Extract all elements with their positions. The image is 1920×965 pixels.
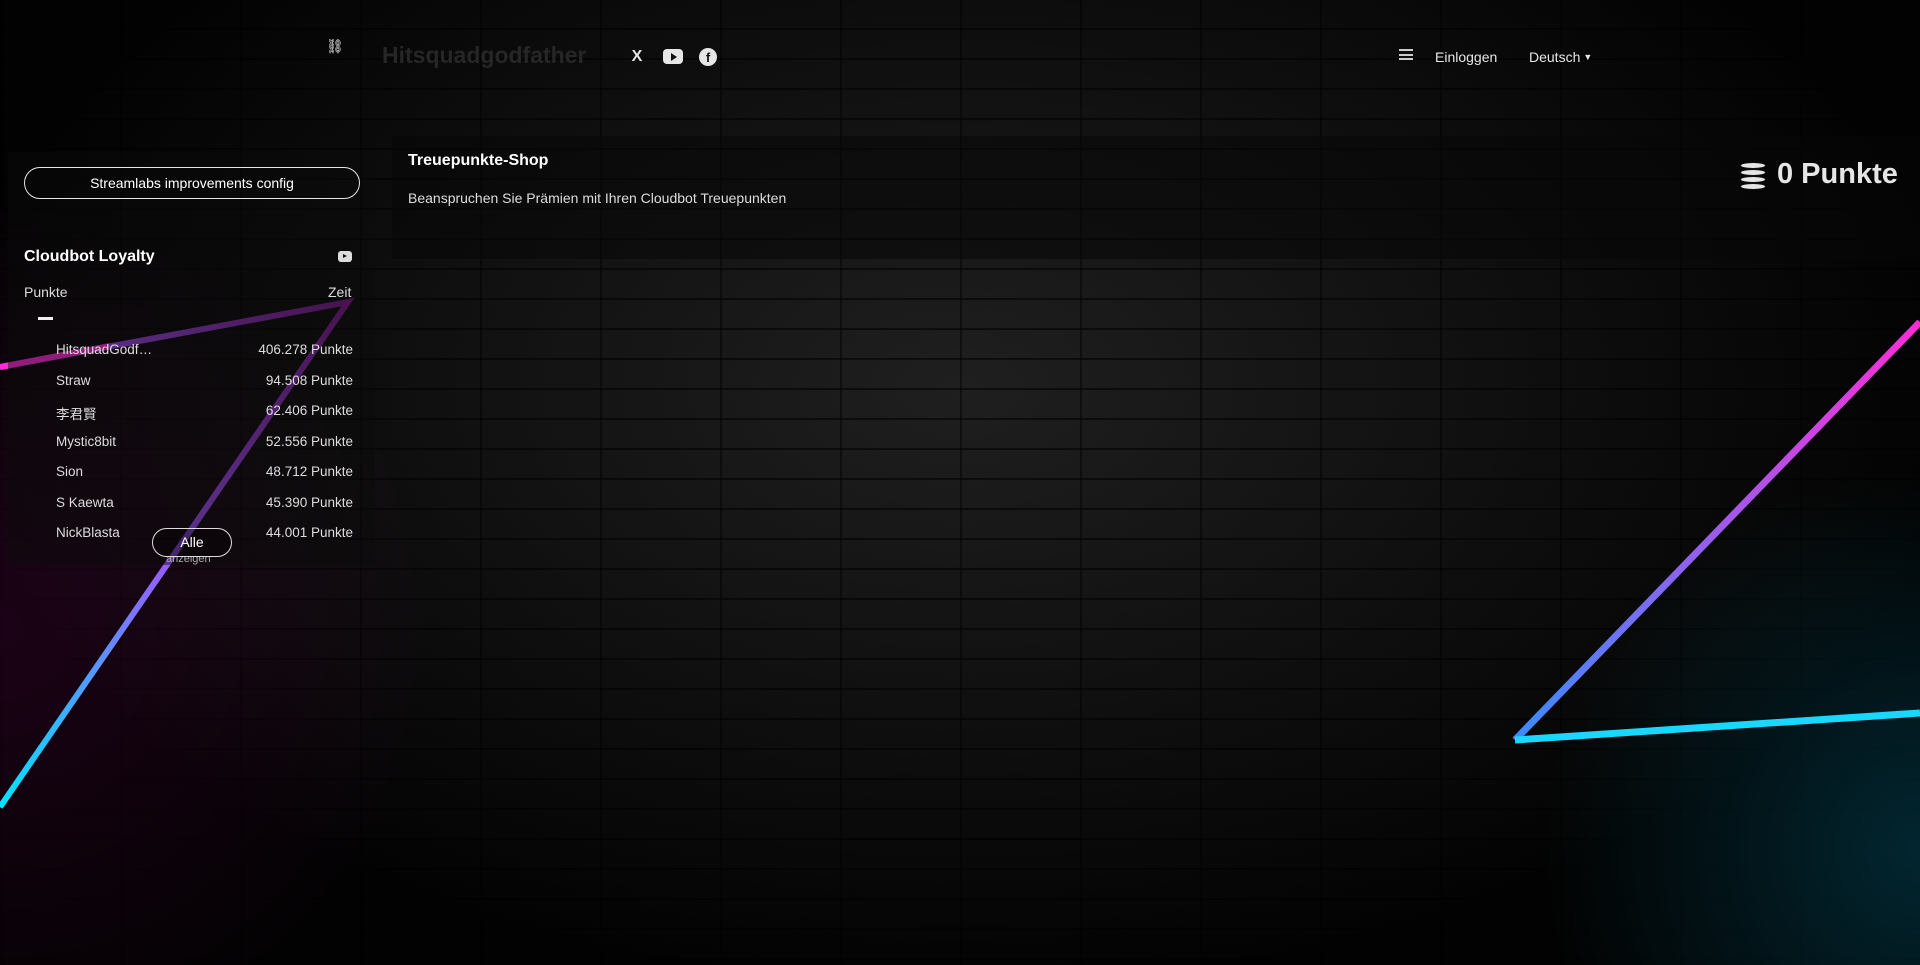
user-name: S Kaewta bbox=[56, 494, 114, 510]
user-name: Straw bbox=[56, 372, 91, 388]
active-tab-indicator bbox=[38, 317, 53, 320]
brand-title[interactable]: Hitsquadgodfather bbox=[382, 42, 586, 69]
x-icon[interactable]: X bbox=[627, 47, 647, 67]
language-dropdown[interactable]: Deutsch ▼ bbox=[1529, 49, 1592, 65]
user-points: 48.712 Punkte bbox=[265, 464, 353, 479]
youtube-icon bbox=[338, 251, 352, 262]
show-all-button[interactable]: Alle bbox=[152, 528, 232, 557]
list-item: S Kaewta 45.390 Punkte bbox=[56, 495, 353, 526]
user-points-balance: 0 Punkte bbox=[1777, 158, 1898, 190]
user-points: 94.508 Punkte bbox=[265, 372, 353, 388]
show-all-overflow-text: anzeigen bbox=[166, 557, 211, 565]
list-item: 李君賢 62.406 Punkte bbox=[56, 403, 353, 434]
user-points: 52.556 Punkte bbox=[265, 433, 353, 449]
user-name: 李君賢 bbox=[56, 407, 97, 422]
user-points: 62.406 Punkte bbox=[265, 403, 353, 418]
streamlabs-config-button[interactable]: Streamlabs improvements config bbox=[24, 167, 360, 199]
chevron-down-icon: ▼ bbox=[1583, 52, 1593, 62]
shop-subtitle: Beanspruchen Sie Prämien mit Ihren Cloud… bbox=[408, 190, 787, 206]
language-label: Deutsch bbox=[1529, 49, 1581, 65]
user-name: Sion bbox=[56, 464, 84, 479]
channel-logo-icon[interactable]: ⛓ bbox=[326, 38, 344, 54]
loyalty-ranking-list: HitsquadGodfather 406.278 Punkte Straw 9… bbox=[56, 342, 353, 556]
social-links: X f bbox=[627, 47, 717, 67]
user-points: 44.001 Punkte bbox=[265, 525, 353, 540]
coins-icon bbox=[1738, 160, 1768, 192]
page-title: Treuepunkte-Shop bbox=[408, 152, 549, 169]
list-item: Sion 48.712 Punkte bbox=[56, 464, 353, 495]
user-name: HitsquadGodfather bbox=[56, 342, 156, 357]
youtube-icon[interactable] bbox=[663, 49, 683, 64]
list-item: HitsquadGodfather 406.278 Punkte bbox=[56, 342, 353, 373]
list-item: Straw 94.508 Punkte bbox=[56, 373, 353, 404]
user-name: NickBlasta bbox=[56, 525, 120, 540]
login-link[interactable]: Einloggen bbox=[1435, 49, 1497, 65]
tab-points[interactable]: Punkte bbox=[24, 284, 68, 300]
loyalty-title: Cloudbot Loyalty bbox=[24, 248, 155, 265]
menu-icon[interactable] bbox=[1399, 49, 1413, 60]
tab-time[interactable]: Zeit bbox=[328, 284, 351, 300]
user-points: 406.278 Punkte bbox=[258, 342, 353, 357]
top-navbar: ⛓ Hitsquadgodfather X f Einloggen Deutsc… bbox=[0, 0, 1920, 112]
list-item: Mystic8bit 52.556 Punkte bbox=[56, 434, 353, 465]
user-name: Mystic8bit bbox=[56, 433, 117, 449]
facebook-icon[interactable]: f bbox=[699, 48, 717, 66]
user-points: 45.390 Punkte bbox=[265, 494, 353, 510]
